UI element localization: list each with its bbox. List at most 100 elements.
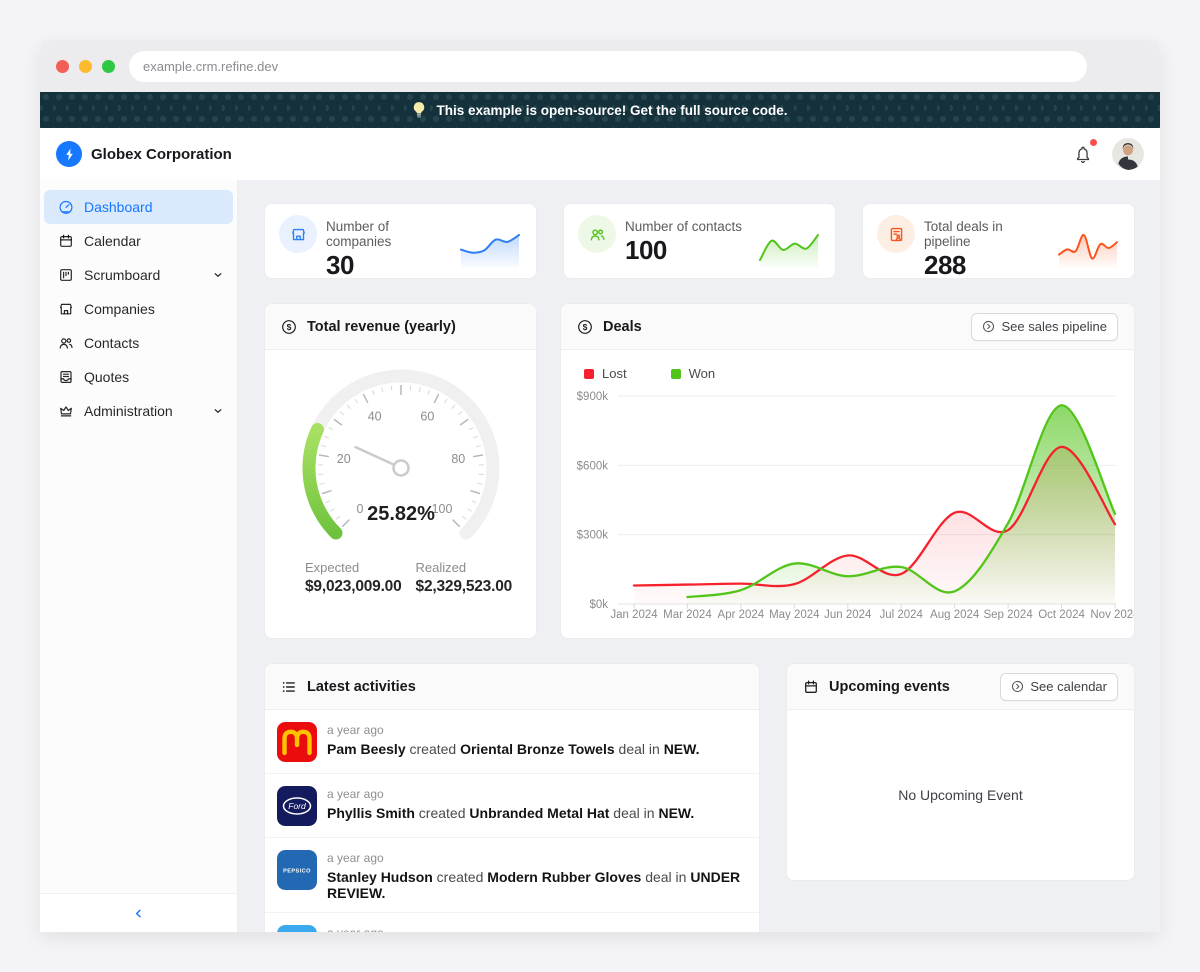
- svg-text:80: 80: [451, 452, 465, 466]
- svg-text:Oct 2024: Oct 2024: [1038, 609, 1085, 620]
- url-text: example.crm.refine.dev: [143, 59, 278, 74]
- sidebar-item-calendar[interactable]: Calendar: [44, 224, 233, 258]
- sidebar-item-label: Quotes: [84, 369, 129, 385]
- browser-chrome: example.crm.refine.dev: [40, 40, 1160, 92]
- sidebar-item-contacts[interactable]: Contacts: [44, 326, 233, 360]
- deals-card-header: $ Deals See sales pipeline: [561, 304, 1134, 350]
- won-swatch: [671, 369, 681, 379]
- svg-text:Jun 2024: Jun 2024: [824, 609, 872, 620]
- activity-row: Ford a year ago Phyllis Smith created Un…: [265, 773, 759, 837]
- avatar-image: [1112, 138, 1144, 170]
- minimize-button[interactable]: [79, 60, 92, 73]
- events-card-header: Upcoming events See calendar: [787, 664, 1134, 710]
- refine-logo-icon[interactable]: [56, 141, 82, 167]
- activities-card-title: Latest activities: [307, 679, 416, 695]
- expected-label: Expected: [305, 560, 402, 575]
- see-calendar-button[interactable]: See calendar: [1000, 673, 1118, 701]
- svg-text:Apr 2024: Apr 2024: [718, 609, 765, 620]
- unordered-list-icon: [281, 679, 297, 695]
- kpi-title: Total deals in pipeline: [924, 219, 1047, 249]
- svg-text:$0k: $0k: [589, 599, 608, 611]
- banner-text: This example is open-source! Get the ful…: [436, 103, 787, 118]
- kpi-title: Number of contacts: [625, 219, 748, 234]
- upcoming-events-card: Upcoming events See calendar No Upcoming…: [786, 663, 1135, 881]
- window-controls: [56, 60, 115, 73]
- total-revenue-card: $ Total revenue (yearly) 02040608010025.…: [264, 303, 537, 639]
- kpi-row: Number of companies 30 Number of contact…: [264, 203, 1135, 279]
- sidebar-item-label: Contacts: [84, 335, 139, 351]
- deals-card-title: Deals: [603, 319, 642, 335]
- activity-row: PEPSICO a year ago Stanley Hudson create…: [265, 837, 759, 912]
- pepsico-logo: PEPSICO: [277, 850, 317, 890]
- browser-window: example.crm.refine.dev This example is o…: [40, 40, 1160, 932]
- sidebar-item-label: Administration: [84, 403, 173, 419]
- svg-text:$: $: [583, 322, 588, 332]
- events-card-title: Upcoming events: [829, 679, 950, 695]
- legend-item-won[interactable]: Won: [671, 366, 716, 381]
- company-name: Globex Corporation: [91, 146, 232, 163]
- kpi-value: 30: [326, 250, 449, 281]
- sidebar-item-label: Companies: [84, 301, 155, 317]
- svg-text:Jul 2024: Jul 2024: [879, 609, 923, 620]
- team-icon: [58, 335, 74, 351]
- svg-text:40: 40: [367, 409, 381, 423]
- sidebar-item-label: Dashboard: [84, 199, 153, 215]
- deals-card: $ Deals See sales pipeline Lost: [560, 303, 1135, 639]
- charts-row: $ Total revenue (yearly) 02040608010025.…: [264, 303, 1135, 639]
- realized-stat: Realized $2,329,523.00: [416, 560, 513, 596]
- chevron-left-icon: [132, 907, 145, 920]
- activity-time: a year ago: [327, 787, 694, 801]
- activity-row: a year ago Pam Beesly created Oriental B…: [265, 710, 759, 773]
- activities-card-header: Latest activities: [265, 664, 759, 710]
- url-input[interactable]: example.crm.refine.dev: [129, 51, 1087, 82]
- see-sales-pipeline-button[interactable]: See sales pipeline: [971, 313, 1118, 341]
- svg-text:Sep 2024: Sep 2024: [983, 609, 1033, 620]
- sidebar-item-dashboard[interactable]: Dashboard: [44, 190, 233, 224]
- latest-activities-card: Latest activities a year ago Pam Beesly …: [264, 663, 760, 932]
- user-avatar[interactable]: [1112, 138, 1144, 170]
- activity-text: Phyllis Smith created Unbranded Metal Ha…: [327, 805, 694, 821]
- ford-logo: Ford: [277, 786, 317, 826]
- notifications-button[interactable]: [1066, 137, 1100, 171]
- sidebar-item-label: Scrumboard: [84, 267, 160, 283]
- realized-label: Realized: [416, 560, 513, 575]
- sidebar-menu: Dashboard Calendar Scrumboard: [40, 190, 237, 893]
- deals-area-chart: $0k$300k$600k$900kJan 2024Mar 2024Apr 20…: [561, 385, 1134, 620]
- kpi-value: 288: [924, 250, 1047, 281]
- sidebar-item-quotes[interactable]: Quotes: [44, 360, 233, 394]
- kpi-card-contacts: Number of contacts 100: [563, 203, 836, 279]
- twitter-logo: [277, 925, 317, 932]
- svg-text:May 2024: May 2024: [769, 609, 820, 620]
- no-upcoming-event-text: No Upcoming Event: [787, 710, 1134, 880]
- deals-legend: Lost Won: [584, 366, 1134, 381]
- sidebar-item-scrumboard[interactable]: Scrumboard: [44, 258, 233, 292]
- open-source-banner[interactable]: This example is open-source! Get the ful…: [40, 92, 1160, 128]
- chevron-down-icon: [213, 406, 223, 416]
- sidebar-item-administration[interactable]: Administration: [44, 394, 233, 428]
- legend-item-lost[interactable]: Lost: [584, 366, 627, 381]
- pipeline-sparkline-chart: [1056, 227, 1120, 271]
- companies-sparkline-chart: [458, 227, 522, 271]
- kpi-card-companies: Number of companies 30: [264, 203, 537, 279]
- revenue-card-title: Total revenue (yearly): [307, 319, 456, 335]
- chevron-down-icon: [213, 270, 223, 280]
- svg-text:0: 0: [356, 502, 363, 516]
- activity-time: a year ago: [327, 926, 694, 932]
- svg-text:$: $: [287, 322, 292, 332]
- revenue-card-header: $ Total revenue (yearly): [265, 304, 536, 350]
- mcdonalds-logo: [277, 722, 317, 762]
- dollar-circle-icon: $: [281, 319, 297, 335]
- expected-value: $9,023,009.00: [305, 578, 402, 596]
- close-button[interactable]: [56, 60, 69, 73]
- svg-text:Mar 2024: Mar 2024: [663, 609, 712, 620]
- dollar-circle-icon: $: [577, 319, 593, 335]
- svg-text:$600k: $600k: [577, 460, 609, 472]
- right-circle-icon: [982, 320, 995, 333]
- sidebar-collapse-button[interactable]: [40, 893, 237, 932]
- calendar-icon: [803, 679, 819, 695]
- activity-time: a year ago: [327, 723, 699, 737]
- sidebar-item-companies[interactable]: Companies: [44, 292, 233, 326]
- crown-icon: [58, 403, 74, 419]
- zoom-button[interactable]: [102, 60, 115, 73]
- kpi-title: Number of companies: [326, 219, 449, 249]
